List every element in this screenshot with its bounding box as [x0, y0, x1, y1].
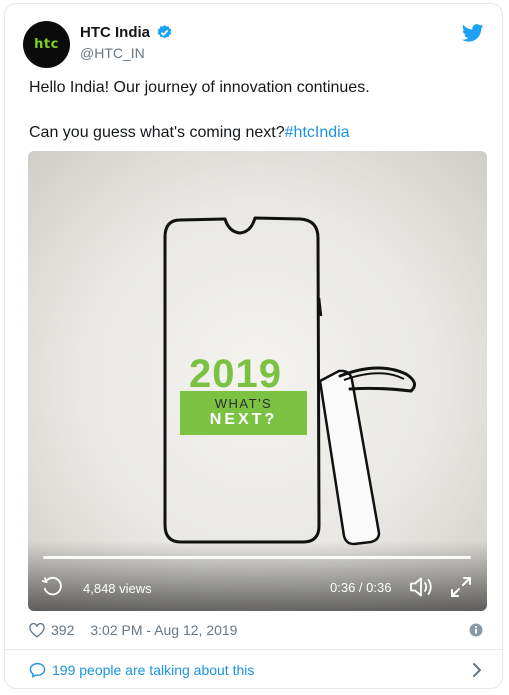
- next-label: NEXT?: [209, 411, 278, 428]
- heart-icon[interactable]: [29, 622, 45, 638]
- author-name-row[interactable]: HTC India: [80, 24, 173, 41]
- twitter-bird-icon[interactable]: [462, 24, 484, 42]
- view-count: 4,848 views: [83, 581, 152, 596]
- tweet-line-1: Hello India! Our journey of innovation c…: [29, 79, 370, 96]
- whats-label: WHAT'S: [214, 396, 273, 411]
- volume-icon[interactable]: [409, 575, 435, 599]
- like-count[interactable]: 392: [51, 622, 74, 638]
- tweet-text: Hello India! Our journey of innovation c…: [29, 77, 489, 144]
- time-display: 0:36 / 0:36: [330, 580, 392, 595]
- conversation-link[interactable]: 199 people are talking about this: [29, 662, 254, 678]
- replay-icon[interactable]: [41, 575, 63, 597]
- video-player[interactable]: 2019 WHAT'S NEXT? 4,848 views 0:36 / 0:3…: [28, 151, 487, 611]
- tweet-card: htc HTC India @HTC_IN Hello India! Our j…: [4, 3, 503, 689]
- progress-bar[interactable]: [43, 556, 471, 559]
- timestamp[interactable]: 3:02 PM - Aug 12, 2019: [90, 622, 237, 638]
- avatar-logo-text: htc: [34, 37, 59, 52]
- display-name[interactable]: HTC India: [80, 24, 150, 41]
- tweet-line-2: Can you guess what's coming next?#htcInd…: [29, 122, 489, 144]
- divider: [5, 649, 502, 650]
- tweet-meta: 392 3:02 PM - Aug 12, 2019: [29, 622, 237, 638]
- handle[interactable]: @HTC_IN: [80, 45, 145, 61]
- expand-icon[interactable]: [449, 575, 473, 599]
- tweet-question: Can you guess what's coming next?: [29, 124, 285, 141]
- info-icon[interactable]: [469, 623, 483, 637]
- comment-bubble-icon: [29, 662, 46, 678]
- verified-icon: [157, 25, 172, 39]
- conversation-text[interactable]: 199 people are talking about this: [52, 662, 254, 678]
- whats-next-box: WHAT'S NEXT?: [180, 391, 307, 435]
- avatar[interactable]: htc: [23, 21, 70, 68]
- hashtag-link[interactable]: #htcIndia: [285, 124, 350, 141]
- chevron-right-icon[interactable]: [471, 661, 483, 679]
